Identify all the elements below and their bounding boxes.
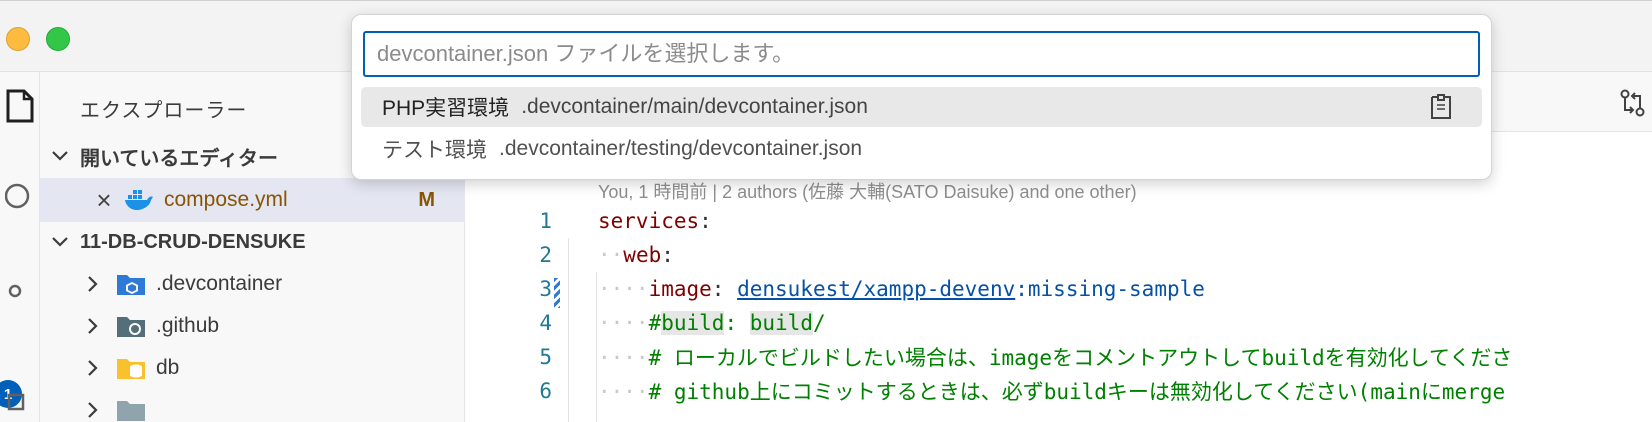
tree-item-partial[interactable] <box>40 388 465 422</box>
compare-changes-icon[interactable] <box>1618 88 1648 123</box>
quick-pick-item-label: PHP実習環境 <box>382 97 510 120</box>
git-blame-annotation: You, 1 時間前 | 2 authors (佐藤 大輔(SATO Daisu… <box>598 182 1137 202</box>
line-content: ····image: densukest/xampp-devenv:missin… <box>598 277 1205 301</box>
chevron-right-icon <box>78 275 108 293</box>
tree-item-devcontainer[interactable]: .devcontainer <box>40 262 465 306</box>
folder-devcontainer-icon <box>116 271 146 297</box>
chevron-right-icon <box>78 359 108 377</box>
tree-item-label: .github <box>156 314 220 337</box>
folder-icon <box>116 397 146 422</box>
quick-pick-item[interactable]: PHP実習環境 .devcontainer/main/devcontainer.… <box>361 87 1482 127</box>
sidebar-title: エクスプローラー <box>80 100 248 122</box>
line-content: ··web: <box>598 243 674 267</box>
folder-db-icon <box>116 355 146 381</box>
folder-github-icon <box>116 313 146 339</box>
whitespace-dots: ···· <box>598 380 649 404</box>
open-editors-label: 開いているエディター <box>80 147 278 170</box>
yaml-value: :missing-sample <box>1015 277 1205 301</box>
docker-icon <box>124 187 154 213</box>
code-line[interactable]: 2 ··web: <box>466 238 1652 272</box>
yaml-key: image <box>648 277 712 301</box>
whitespace-dots: ···· <box>598 346 649 370</box>
yaml-colon: : <box>699 209 712 233</box>
quick-pick-item-description: .devcontainer/testing/devcontainer.json <box>499 137 863 160</box>
line-number: 4 <box>539 311 552 335</box>
quick-pick-item-label: テスト環境 <box>382 139 487 162</box>
line-content: ····# ローカルでビルドしたい場合は、imageをコメントアウトしてbuil… <box>598 342 1512 372</box>
search-icon[interactable] <box>0 176 40 216</box>
source-control-icon[interactable] <box>0 270 40 310</box>
quick-pick-input[interactable] <box>363 31 1480 77</box>
image-link[interactable]: densukest/xampp-devenv <box>737 277 1015 301</box>
word-highlight: build <box>661 311 725 335</box>
word-highlight: build <box>749 311 813 335</box>
line-content: ····# github上にコミットするときは、必ずbuildキーは無効化してく… <box>598 376 1505 406</box>
window-maximize-button[interactable] <box>46 27 70 51</box>
quick-pick-dialog: PHP実習環境 .devcontainer/main/devcontainer.… <box>351 14 1492 180</box>
open-editor-filename: compose.yml <box>164 188 288 211</box>
comment-text: : <box>724 311 750 335</box>
window-minimize-button[interactable] <box>6 27 30 51</box>
comment-text: # ローカルでビルドしたい場合は、imageをコメントアウトしてbuildを有効… <box>648 346 1513 370</box>
close-icon[interactable]: × <box>92 187 116 213</box>
tree-item-label: db <box>156 356 180 379</box>
yaml-colon: : <box>661 243 674 267</box>
folder-name: 11-DB-CRUD-DENSUKE <box>80 230 306 253</box>
code-line[interactable]: 4 ····#build: build/ <box>466 306 1652 340</box>
line-number: 6 <box>539 379 552 403</box>
line-content: ····#build: build/ <box>598 311 826 335</box>
yaml-key: web <box>623 243 662 267</box>
run-debug-icon[interactable] <box>0 376 40 416</box>
yaml-key: services <box>598 209 700 233</box>
chevron-right-icon <box>78 401 108 419</box>
line-number: 1 <box>539 209 552 233</box>
comment-text: # github上にコミットするときは、必ずbuildキーは無効化してください(… <box>648 380 1506 404</box>
modified-badge: M <box>418 188 435 211</box>
chevron-down-icon <box>40 150 80 162</box>
quick-pick-item[interactable]: テスト環境 .devcontainer/testing/devcontainer… <box>361 129 1482 169</box>
code-line[interactable]: 5 ····# ローカルでビルドしたい場合は、imageをコメントアウトしてbu… <box>466 340 1652 374</box>
quick-pick-item-description: .devcontainer/main/devcontainer.json <box>521 95 868 118</box>
tree-item-github[interactable]: .github <box>40 304 465 348</box>
explorer-icon[interactable] <box>0 86 40 126</box>
open-file-icon[interactable] <box>1426 93 1456 127</box>
whitespace-dots: ···· <box>598 277 649 301</box>
folder-header[interactable]: 11-DB-CRUD-DENSUKE <box>40 222 465 262</box>
code-line[interactable]: 1 services: <box>466 204 1652 238</box>
open-editor-item[interactable]: × compose.yml M <box>40 178 465 222</box>
line-number: 3 <box>539 277 552 301</box>
chevron-down-icon <box>40 236 80 248</box>
yaml-colon: : <box>711 277 738 301</box>
tree-item-label: .devcontainer <box>156 272 283 295</box>
comment-text: # <box>648 311 662 335</box>
whitespace-dots: ···· <box>598 311 649 335</box>
line-number: 2 <box>539 243 552 267</box>
tree-item-db[interactable]: db <box>40 346 465 390</box>
whitespace-dots: ·· <box>598 243 624 267</box>
activity-bar: 1 <box>0 72 40 422</box>
chevron-right-icon <box>78 317 108 335</box>
code-line[interactable]: 3 ····image: densukest/xampp-devenv:miss… <box>466 272 1652 306</box>
code-line[interactable]: 6 ····# github上にコミットするときは、必ずbuildキーは無効化し… <box>466 374 1652 408</box>
comment-text: / <box>812 311 826 335</box>
line-number: 5 <box>539 345 552 369</box>
line-content: services: <box>598 209 712 233</box>
